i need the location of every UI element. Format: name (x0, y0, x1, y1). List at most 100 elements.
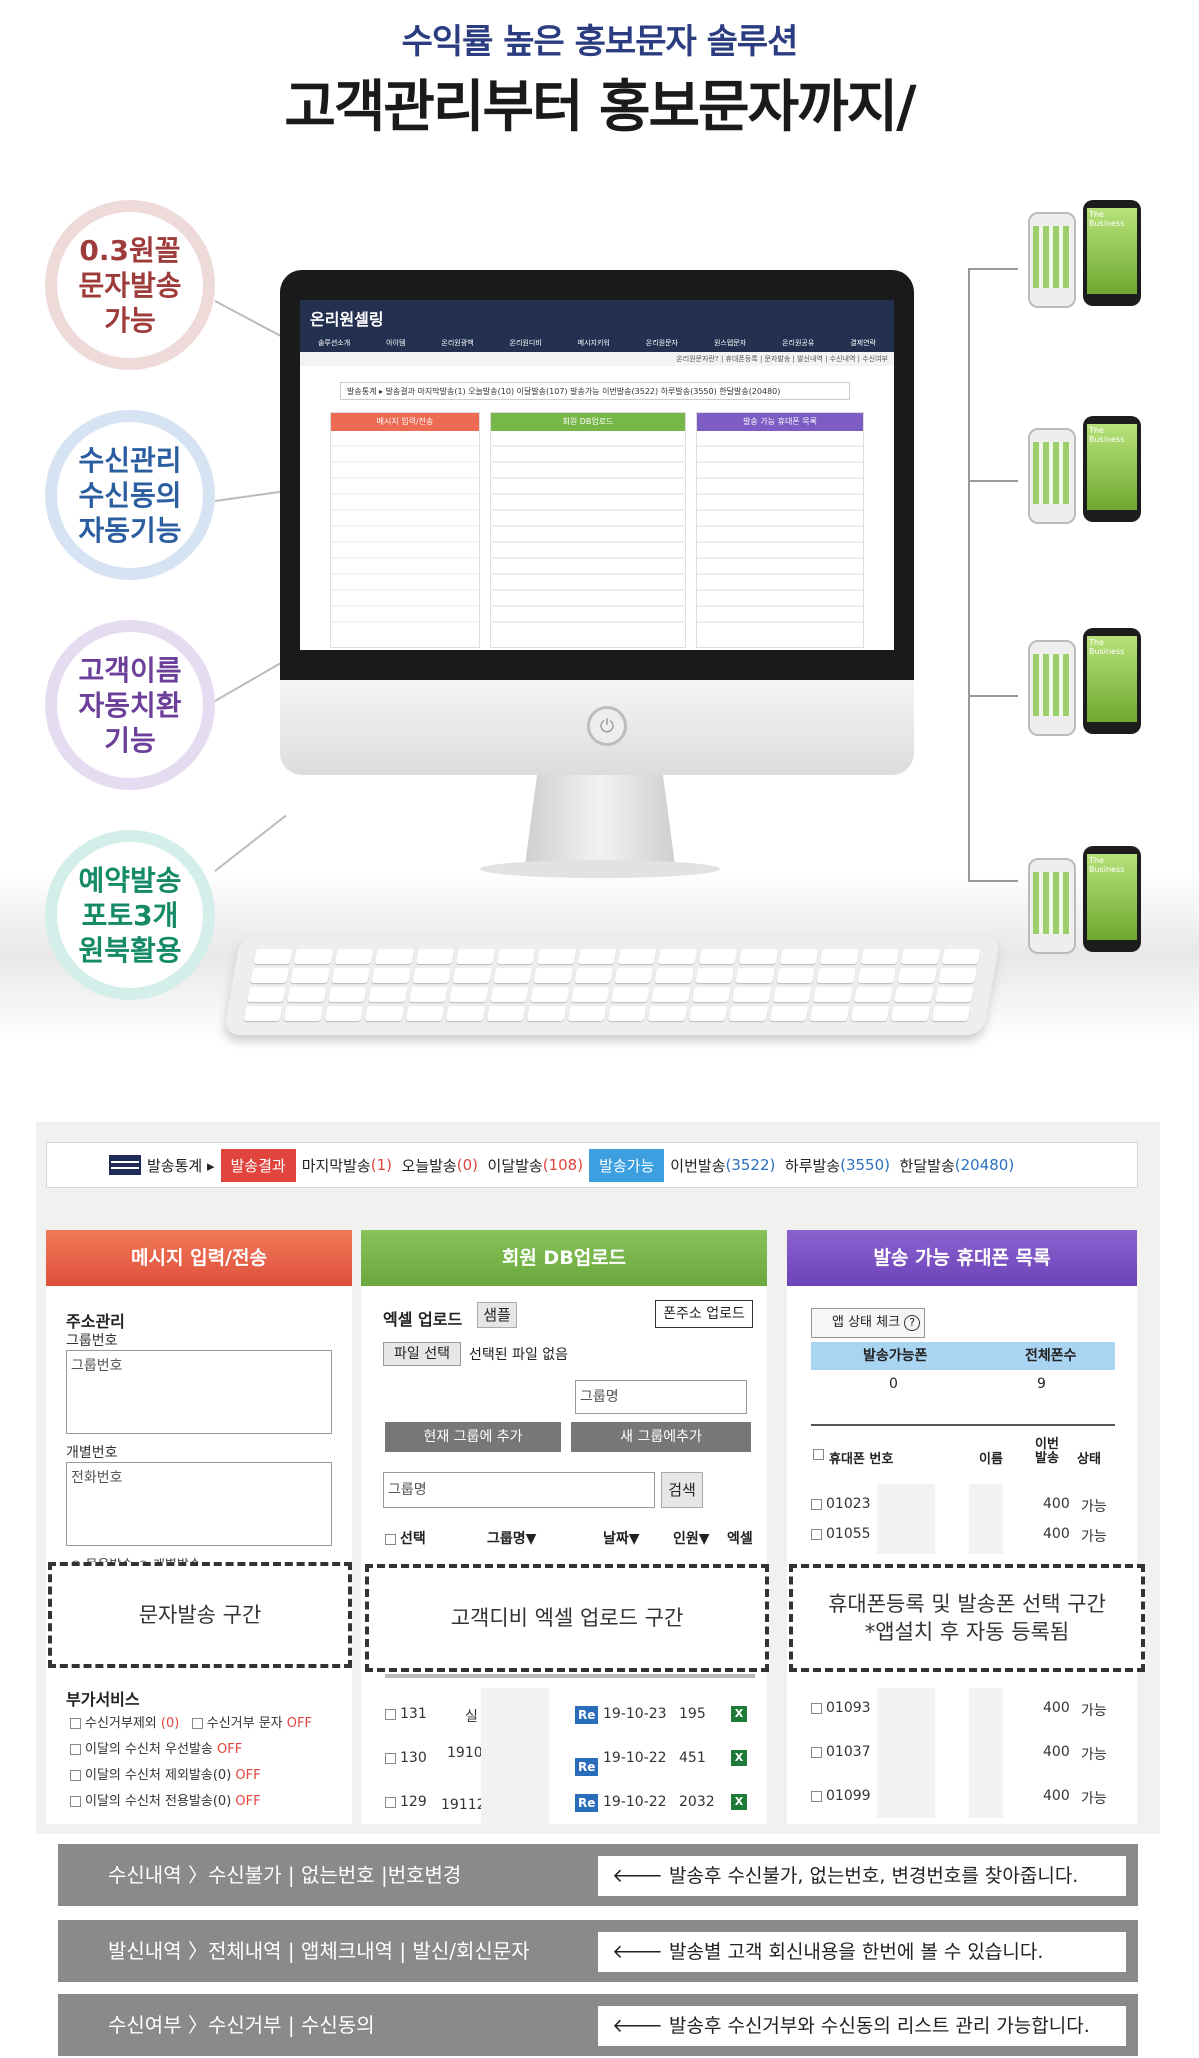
re-badge[interactable]: Re (575, 1794, 599, 1812)
opt-off[interactable]: OFF (217, 1742, 242, 1757)
table-divider (811, 1424, 1115, 1426)
feature-bar-desc: 🡐 발송후 수신거부와 수신동의 리스트 관리 가능합니다. (598, 2006, 1126, 2046)
checkbox[interactable] (385, 1708, 396, 1720)
connector-line (214, 660, 285, 702)
power-icon[interactable]: ⏻ (587, 706, 627, 746)
mon-send-label: 한달발송 (899, 1156, 955, 1175)
checkbox[interactable] (70, 1718, 81, 1729)
add-current-group-button[interactable]: 현재 그룹에 추가 (385, 1422, 561, 1452)
checkbox[interactable] (811, 1790, 822, 1802)
phone-state: 가능 (1081, 1703, 1107, 1719)
table-row[interactable]: 129 19112 이.. Re 19-10-22 2032 X (385, 1794, 755, 1813)
stats-label[interactable]: 발송통계 ▸ (147, 1155, 215, 1176)
feature-circle-reservation: 예약발송 포토3개 원북활용 (45, 830, 215, 1000)
group-number-label: 그룹번호 (66, 1333, 118, 1349)
checkbox[interactable] (70, 1796, 81, 1807)
feature-bar-label: 수신여부 〉수신거부 | 수신동의 (108, 2013, 375, 2037)
row-date: 19-10-22 (603, 1794, 667, 1810)
month-send-label: 이달발송 (487, 1156, 543, 1175)
group-search-input[interactable]: 그룹명 (383, 1472, 655, 1508)
stats-bar: 발송통계 ▸ 발송결과 마지막발송 (1) 오늘발송 (0) 이달발송 (108) 발… (46, 1142, 1138, 1188)
phone-row[interactable]: 01037 원 400 가능 (811, 1744, 1115, 1763)
screen-header: 온리원셀링 솔루션소개 아이템 온리원광백 온리원디비 메시지키워 온리원문자 … (300, 300, 894, 352)
opt-reject-text: 수신거부 문자 (206, 1716, 283, 1731)
avail-badge: 발송가능 (589, 1148, 665, 1182)
last-send-count[interactable]: (1) (371, 1156, 392, 1174)
screen-menu-item: 원스텝문자 (713, 339, 747, 347)
phones-connector-tick (968, 695, 1018, 697)
screen-menu-item: 솔루션소개 (317, 339, 351, 347)
day-send-count: (3550) (840, 1156, 890, 1174)
th-date[interactable]: 날짜▼ (603, 1528, 640, 1548)
checkbox[interactable] (385, 1796, 396, 1808)
phone-row[interactable]: 01055 송 400 가능 (811, 1526, 1115, 1545)
checkbox[interactable] (811, 1702, 822, 1714)
re-badge[interactable]: Re (575, 1758, 599, 1776)
help-icon[interactable]: ? (904, 1315, 921, 1331)
phone-state: 가능 (1081, 1529, 1107, 1545)
checkbox[interactable] (385, 1752, 396, 1764)
screen-col-body (331, 431, 479, 631)
total-phones-label: 전체폰수 (1025, 1348, 1077, 1364)
phone-row[interactable]: 01023 이 400 가능 (811, 1496, 1115, 1515)
excel-icon[interactable]: X (731, 1794, 747, 1810)
day-send-label: 하루발송 (784, 1156, 841, 1175)
excel-icon[interactable]: X (731, 1750, 747, 1766)
monitor-screen: 온리원셀링 솔루션소개 아이템 온리원광백 온리원디비 메시지키워 온리원문자 … (300, 300, 894, 650)
monitor-stand (525, 775, 675, 865)
checkbox[interactable] (811, 1498, 822, 1510)
extra-option-row: 이달의 수신처 제외발송(0) OFF (70, 1764, 261, 1783)
checkbox[interactable] (811, 1746, 822, 1758)
opt-off[interactable]: OFF (235, 1794, 260, 1809)
phone-zone-callout: 휴대폰등록 및 발송폰 선택 구간 *앱설치 후 자동 등록됨 (789, 1564, 1145, 1672)
checkbox[interactable] (811, 1528, 822, 1540)
privacy-mask (877, 1484, 935, 1554)
opt-off[interactable]: OFF (287, 1716, 312, 1731)
feature-bar-label: 발신내역 〉전체내역 | 앱체크내역 | 발신/회신문자 (108, 1939, 530, 1963)
th-group[interactable]: 그룹명▼ (487, 1528, 536, 1548)
feature-bar-consent: 수신여부 〉수신거부 | 수신동의 🡐 발송후 수신거부와 수신동의 리스트 관… (58, 1994, 1138, 2056)
extra-option-row: 수신거부제외 (0) 수신거부 문자 OFF (70, 1712, 312, 1731)
add-new-group-button[interactable]: 새 그룹에추가 (571, 1422, 751, 1452)
th-phone-number: 휴대폰 번호 (829, 1452, 894, 1467)
phone-upload-button[interactable]: 폰주소 업로드 (655, 1300, 753, 1328)
table-row[interactable]: 131 실 Re 19-10-23 195 X (385, 1706, 755, 1725)
excel-icon[interactable]: X (731, 1706, 747, 1722)
screen-menu-item: 결제연락 (850, 339, 876, 347)
re-badge[interactable]: Re (575, 1706, 599, 1724)
feature-bar-send: 발신내역 〉전체내역 | 앱체크내역 | 발신/회신문자 🡐 발송별 고객 회신… (58, 1920, 1138, 1982)
feature-circle-consent: 수신관리 수신동의 자동기능 (45, 410, 215, 580)
feature-circle-cost: 0.3원꼴 문자발송 가능 (45, 200, 215, 370)
month-send-count[interactable]: (108) (543, 1156, 583, 1174)
connector-line (214, 300, 287, 340)
row-group-name: 실 (465, 1709, 478, 1725)
table-row[interactable]: 130 1910 명회.. Re 19-10-22 451 X (385, 1745, 755, 1776)
search-button[interactable]: 검색 (661, 1472, 703, 1508)
file-select-button[interactable]: 파일 선택 (383, 1342, 461, 1366)
checkbox[interactable] (70, 1770, 81, 1781)
phone-number-textarea[interactable]: 전화번호 (66, 1462, 332, 1546)
phone-row[interactable]: 01099 권 400 가능 (811, 1788, 1115, 1807)
app-status-button[interactable]: 앱 상태 체크 ? (811, 1308, 925, 1338)
checkbox[interactable] (813, 1449, 824, 1460)
sample-button[interactable]: 샘플 (477, 1302, 517, 1328)
screen-menu-item: 온리원광백 (441, 339, 474, 347)
group-name-input[interactable]: 그룹명 (575, 1380, 747, 1414)
opt-exclusive: 이달의 수신처 전용발송(0) (85, 1794, 232, 1809)
opt-off[interactable]: OFF (235, 1768, 260, 1783)
phone-icon: The Business (1083, 846, 1141, 952)
phone-row[interactable]: 01093 김 400 가능 (811, 1700, 1115, 1719)
th-count[interactable]: 인원▼ (673, 1528, 710, 1548)
checkbox[interactable] (70, 1744, 81, 1755)
db-upload-title: 회원 DB업로드 (361, 1230, 767, 1286)
today-send-count[interactable]: (0) (457, 1156, 478, 1174)
message-zone-callout: 문자발송 구간 (48, 1562, 352, 1668)
checkbox[interactable] (385, 1533, 396, 1545)
group-number-textarea[interactable]: 그룹번호 (66, 1350, 332, 1434)
phones-connector-tick (968, 880, 1018, 882)
feature-circle-name-replace: 고객이름 자동치환 기능 (45, 620, 215, 790)
privacy-mask (481, 1688, 549, 1824)
total-phones-value: 9 (1037, 1376, 1046, 1392)
phone-state: 가능 (1081, 1791, 1107, 1807)
checkbox[interactable] (191, 1718, 203, 1729)
